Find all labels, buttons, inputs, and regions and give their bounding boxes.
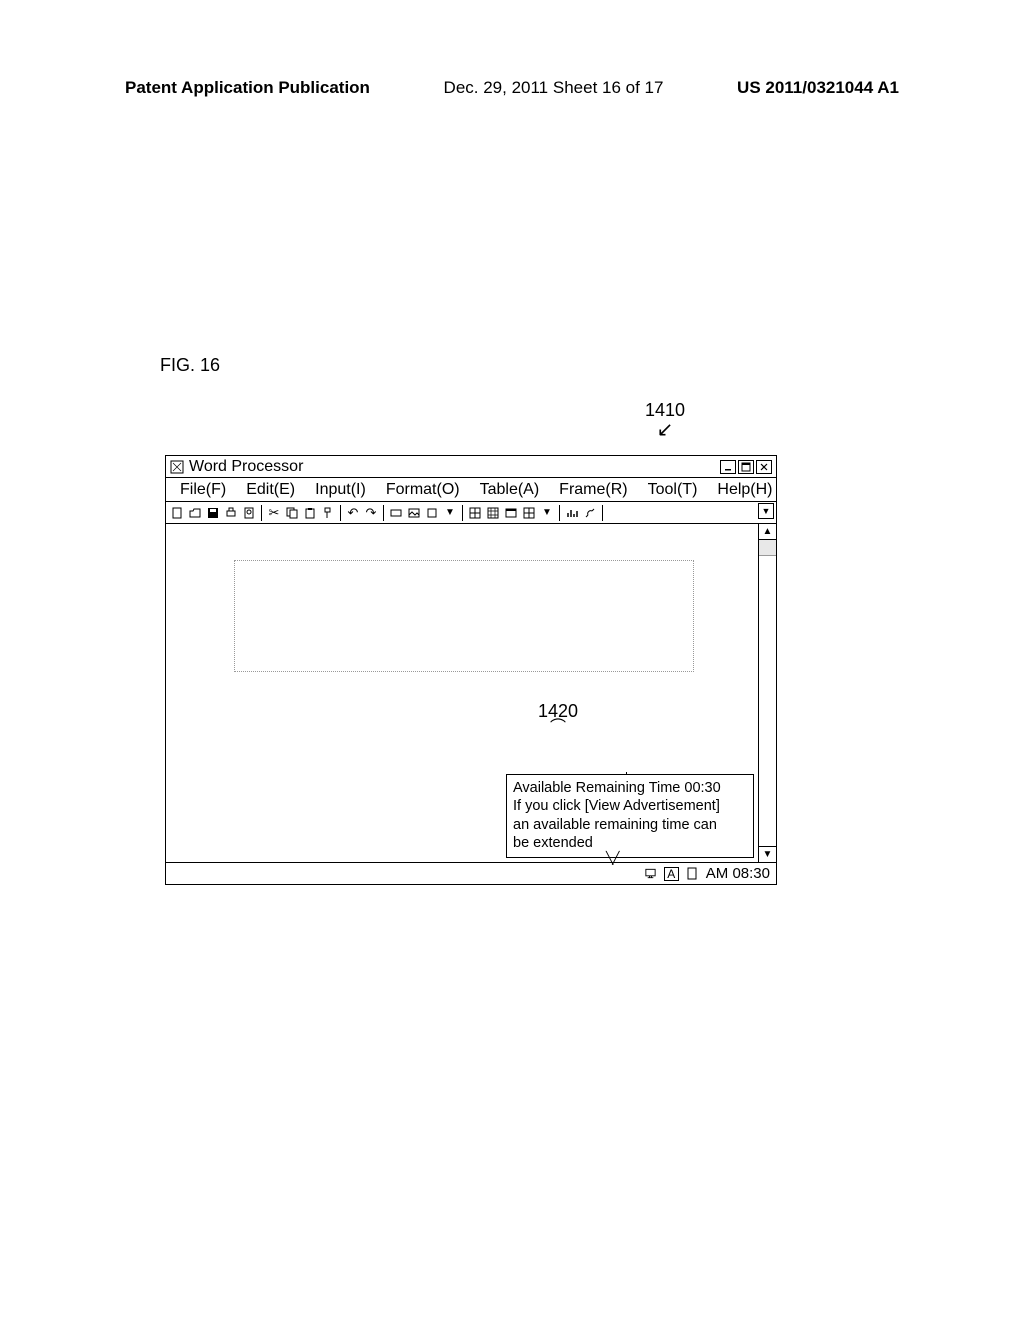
format-painter-icon[interactable] <box>320 505 336 521</box>
window: Word Processor File(F) Edit(E) Input(I) … <box>165 455 777 885</box>
tray-monitor-icon[interactable] <box>643 867 658 881</box>
copy-icon[interactable] <box>284 505 300 521</box>
toolbar-separator <box>261 505 262 521</box>
grid-icon[interactable] <box>521 505 537 521</box>
print-icon[interactable] <box>223 505 239 521</box>
toolbar-separator <box>559 505 560 521</box>
page-header: Patent Application Publication Dec. 29, … <box>125 78 899 98</box>
tooltip-line4: be extended <box>513 834 747 853</box>
callout-1420-text: 1420 <box>538 702 578 720</box>
tray-ime-icon[interactable]: A <box>664 867 679 881</box>
link-icon[interactable] <box>582 505 598 521</box>
app-title: Word Processor <box>189 458 303 476</box>
close-button[interactable] <box>756 460 772 474</box>
table-style-icon[interactable] <box>503 505 519 521</box>
menu-frame[interactable]: Frame(R) <box>549 481 637 499</box>
menu-input[interactable]: Input(I) <box>305 481 376 499</box>
document-canvas[interactable]: 1420 ⌒ Available Remaining Time 00:30 If… <box>166 524 758 862</box>
preview-icon[interactable] <box>241 505 257 521</box>
tooltip-line1: Available Remaining Time 00:30 <box>513 779 747 798</box>
save-icon[interactable] <box>205 505 221 521</box>
scroll-up-icon[interactable]: ▲ <box>759 524 776 540</box>
image-icon[interactable] <box>406 505 422 521</box>
toolbar-separator <box>602 505 603 521</box>
document-area: 1420 ⌒ Available Remaining Time 00:30 If… <box>166 524 776 862</box>
tray-doc-icon[interactable] <box>685 867 700 881</box>
table-insert-icon[interactable] <box>467 505 483 521</box>
toolbar-separator <box>462 505 463 521</box>
paste-icon[interactable] <box>302 505 318 521</box>
callout-1410-text: 1410 <box>645 400 685 421</box>
taskbar-time: AM 08:30 <box>706 865 770 882</box>
maximize-button[interactable] <box>738 460 754 474</box>
table-props-icon[interactable] <box>485 505 501 521</box>
titlebar-left: Word Processor <box>170 458 303 476</box>
menu-edit[interactable]: Edit(E) <box>236 481 305 499</box>
chart-icon[interactable] <box>564 505 580 521</box>
figure-label: FIG. 16 <box>160 355 220 376</box>
callout-1420: 1420 ⌒ <box>538 702 578 736</box>
text-frame[interactable] <box>234 560 694 672</box>
undo-icon[interactable]: ↶ <box>345 505 361 521</box>
shape-icon[interactable] <box>424 505 440 521</box>
redo-icon[interactable]: ↷ <box>363 505 379 521</box>
toolbar-separator <box>340 505 341 521</box>
titlebar[interactable]: Word Processor <box>166 456 776 478</box>
scroll-thumb[interactable] <box>759 540 776 556</box>
tooltip-line3: an available remaining time can <box>513 816 747 835</box>
toolbar: ✂ ↶ ↷ ▼ ▼ ▼ <box>166 502 776 524</box>
window-controls <box>720 460 772 474</box>
header-right: US 2011/0321044 A1 <box>737 78 899 98</box>
dropdown-icon[interactable]: ▼ <box>442 505 458 521</box>
callout-1410-arrow-icon: ↙ <box>645 421 685 439</box>
scroll-track[interactable] <box>759 556 776 846</box>
leader-line-bottom-icon: ╲╱ <box>606 851 618 865</box>
remaining-time-tooltip[interactable]: Available Remaining Time 00:30 If you cl… <box>506 774 754 858</box>
menubar: File(F) Edit(E) Input(I) Format(O) Table… <box>166 478 776 502</box>
toolbar-overflow-button[interactable]: ▼ <box>758 503 774 519</box>
textbox-icon[interactable] <box>388 505 404 521</box>
tooltip-line2: If you click [View Advertisement] <box>513 797 747 816</box>
dropdown-icon[interactable]: ▼ <box>539 505 555 521</box>
taskbar: A AM 08:30 <box>166 862 776 884</box>
toolbar-separator <box>383 505 384 521</box>
new-doc-icon[interactable] <box>169 505 185 521</box>
cut-icon[interactable]: ✂ <box>266 505 282 521</box>
header-left: Patent Application Publication <box>125 78 370 98</box>
scroll-down-icon[interactable]: ▼ <box>759 846 776 862</box>
open-folder-icon[interactable] <box>187 505 203 521</box>
minimize-button[interactable] <box>720 460 736 474</box>
menu-tool[interactable]: Tool(T) <box>638 481 708 499</box>
menu-format[interactable]: Format(O) <box>376 481 470 499</box>
menu-help[interactable]: Help(H) <box>707 481 782 499</box>
callout-1410: 1410 ↙ <box>645 400 685 439</box>
menu-table[interactable]: Table(A) <box>470 481 550 499</box>
callout-1420-hook-icon: ⌒ <box>538 720 578 736</box>
vertical-scrollbar[interactable]: ▲ ▼ <box>758 524 776 862</box>
header-center: Dec. 29, 2011 Sheet 16 of 17 <box>444 78 664 98</box>
menu-file[interactable]: File(F) <box>170 481 236 499</box>
app-icon <box>170 460 184 474</box>
